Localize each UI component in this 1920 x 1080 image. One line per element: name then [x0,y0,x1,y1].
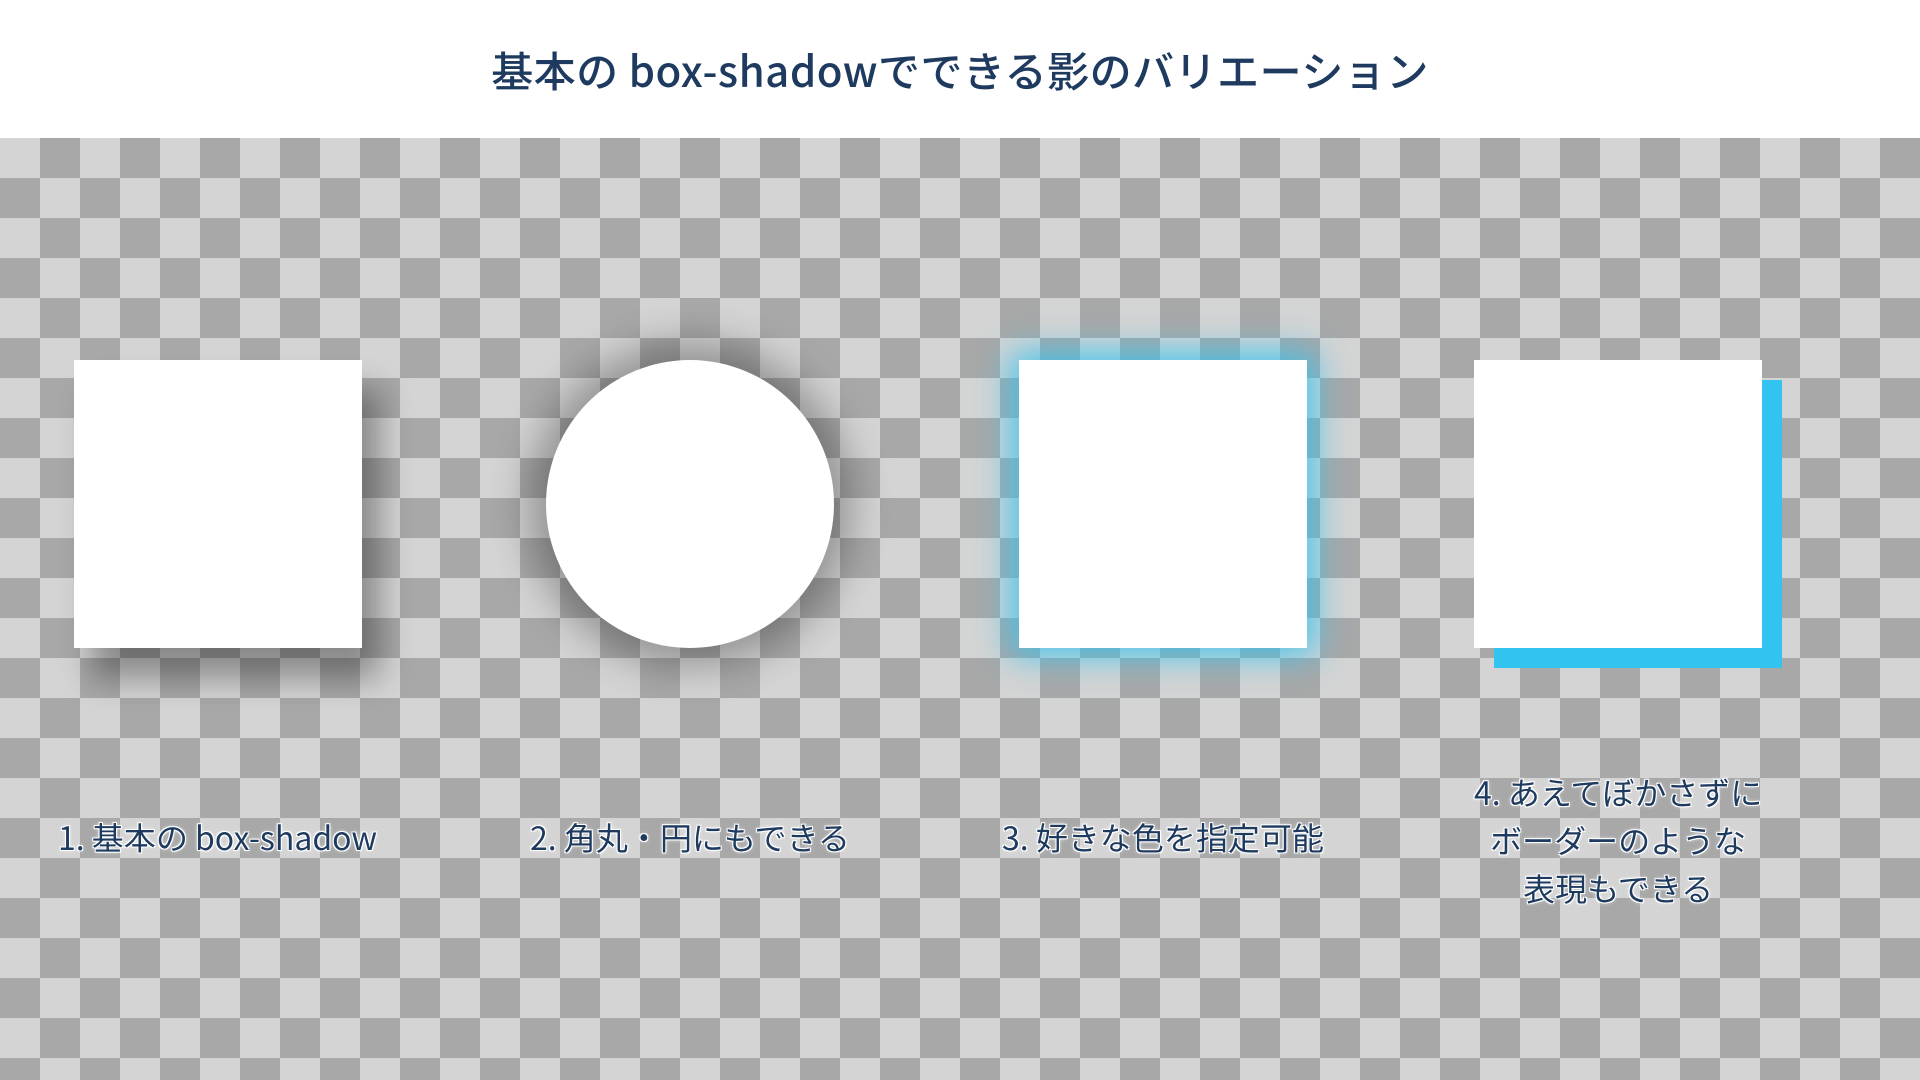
example-colored-shadow: 3. 好きな色を指定可能 [1002,360,1324,861]
example-basic-shadow: 1. 基本の box-shadow [58,360,377,861]
shape-hard-shadow [1474,360,1762,648]
caption-colored-shadow: 3. 好きな色を指定可能 [1002,813,1324,861]
caption-basic-shadow: 1. 基本の box-shadow [58,813,377,861]
page-title: 基本の box-shadowでできる影のバリエーション [491,39,1429,100]
caption-circle-shadow: 2. 角丸・円にもできる [530,813,850,861]
example-circle-shadow: 2. 角丸・円にもできる [530,360,850,861]
caption-hard-shadow: 4. あえてぼかさずに ボーダーのような 表現もできる [1474,768,1762,912]
shape-circle-shadow [546,360,834,648]
example-hard-shadow: 4. あえてぼかさずに ボーダーのような 表現もできる [1474,360,1762,912]
checkerboard-canvas: 1. 基本の box-shadow 2. 角丸・円にもできる 3. 好きな色を指… [0,138,1920,1080]
page-header: 基本の box-shadowでできる影のバリエーション [0,0,1920,138]
shape-colored-shadow [1019,360,1307,648]
shape-basic-shadow [74,360,362,648]
